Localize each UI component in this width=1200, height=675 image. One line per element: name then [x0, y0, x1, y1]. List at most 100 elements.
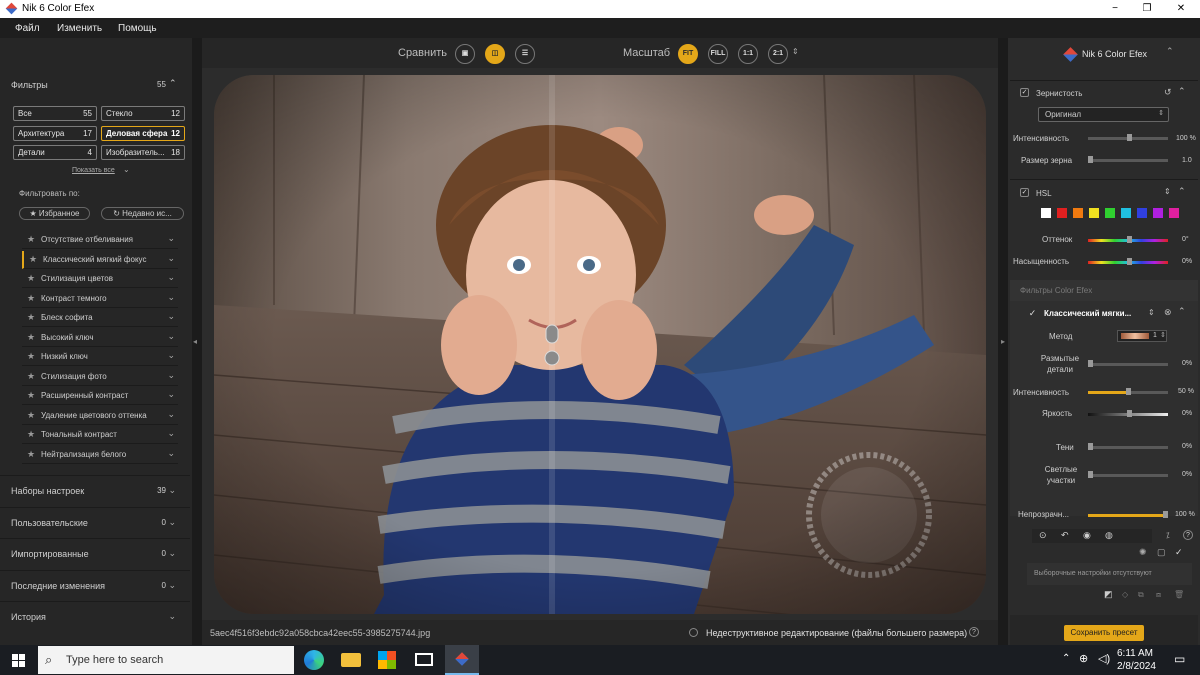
filter-item[interactable]: ★ Высокий ключ ⌄	[22, 329, 178, 347]
chevron-down-icon[interactable]: ⌄	[168, 485, 176, 496]
zoom-1-1-button[interactable]: 1:1	[738, 44, 758, 64]
filter-item[interactable]: ★ Блеск софита ⌄	[22, 309, 178, 327]
notifications-icon[interactable]: ▭	[1174, 652, 1185, 666]
filter-enabled-check[interactable]: ✓	[1028, 309, 1037, 318]
color-swatch[interactable]	[1073, 208, 1083, 218]
star-icon[interactable]: ★	[27, 449, 35, 460]
filter-item[interactable]: ★ Тональный контраст ⌄	[22, 426, 178, 444]
collapse-left-icon[interactable]: ◂	[193, 337, 197, 346]
category-architecture[interactable]: Архитектура 17	[13, 126, 97, 141]
edge-icon[interactable]	[304, 650, 324, 670]
star-icon[interactable]: ★	[27, 429, 35, 440]
zoom-2-1-button[interactable]: 2:1	[768, 44, 788, 64]
minimize-button[interactable]: −	[1100, 0, 1130, 18]
color-swatch[interactable]	[1169, 208, 1179, 218]
menu-file[interactable]: Файл	[15, 23, 40, 34]
clock-time[interactable]: 6:11 AM	[1117, 648, 1153, 659]
color-swatch[interactable]	[1041, 208, 1051, 218]
menu-help[interactable]: Помощь	[118, 23, 157, 34]
delete-icon[interactable]: 🗑	[1174, 590, 1184, 599]
chevron-down-icon[interactable]: ⌄	[167, 448, 175, 459]
chevron-down-icon[interactable]: ⌄	[168, 580, 176, 591]
grain-checkbox[interactable]: ✓	[1020, 88, 1029, 97]
category-details[interactable]: Детали 4	[13, 145, 97, 160]
help-icon[interactable]: ?	[969, 627, 979, 637]
collapse-right-icon[interactable]: ▸	[1001, 337, 1005, 346]
control-point-icon[interactable]: ⊙	[1039, 530, 1047, 541]
windows-start-icon[interactable]	[12, 654, 25, 667]
chevron-down-icon[interactable]: ⌄	[167, 389, 175, 400]
edit-preset-icon[interactable]: ◩	[1104, 589, 1113, 600]
filter-item[interactable]: ★ Стилизация фото ⌄	[22, 368, 178, 386]
volume-icon[interactable]: ◁)	[1098, 652, 1110, 665]
filter-stepper-icon[interactable]: ⇕	[1148, 308, 1155, 317]
hsl-checkbox[interactable]: ✓	[1020, 188, 1029, 197]
mask-icon[interactable]: ◉	[1083, 530, 1091, 541]
star-icon[interactable]: ★	[27, 273, 35, 284]
compare-side-icon[interactable]: ☰	[515, 44, 535, 64]
category-all[interactable]: Все 55	[13, 106, 97, 121]
saturation-slider[interactable]	[1088, 258, 1168, 265]
eyedropper-icon[interactable]: ⁒	[1166, 531, 1170, 540]
chevron-down-icon[interactable]: ⌄	[167, 292, 175, 303]
tray-chevron-icon[interactable]: ⌃	[1062, 653, 1070, 664]
chevron-down-icon[interactable]: ⌄	[167, 409, 175, 420]
filter-item[interactable]: ★ Нейтрализация белого ⌄	[22, 446, 178, 464]
collapse-hsl-icon[interactable]: ⌃	[1178, 186, 1186, 197]
clock-date[interactable]: 2/8/2024	[1117, 661, 1156, 672]
highlights-slider[interactable]	[1088, 471, 1168, 478]
compare-single-icon[interactable]: ▣	[455, 44, 475, 64]
import-icon[interactable]: ⧉	[1138, 590, 1144, 600]
zoom-fit-button[interactable]: FIT	[678, 44, 698, 64]
collapse-filter-icon[interactable]: ⌃	[1178, 306, 1186, 317]
group-item[interactable]: Последние изменения 0 ⌄	[0, 569, 190, 600]
star-icon[interactable]: ★	[29, 254, 37, 265]
color-swatch[interactable]	[1153, 208, 1163, 218]
category-fine-art[interactable]: Изобразитель... 18	[101, 145, 185, 160]
group-item[interactable]: Наборы настроек 39 ⌄	[0, 475, 190, 505]
star-icon[interactable]: ★	[27, 390, 35, 401]
brush-icon[interactable]: ↶	[1061, 530, 1069, 541]
star-icon[interactable]: ★	[27, 371, 35, 382]
group-item[interactable]: Импортированные 0 ⌄	[0, 538, 190, 568]
apply-check-icon[interactable]: ✓	[1175, 547, 1183, 558]
nik-taskbar-button[interactable]	[445, 645, 479, 675]
collapse-top-icon[interactable]: ⌃	[1166, 46, 1174, 57]
file-explorer-icon[interactable]	[341, 653, 361, 667]
store-icon[interactable]	[378, 651, 396, 669]
chevron-down-icon[interactable]: ⌄	[168, 611, 176, 622]
gradient-icon[interactable]: ◍	[1105, 530, 1113, 541]
hue-slider[interactable]	[1088, 236, 1168, 243]
filter-item[interactable]: ★ Стилизация цветов ⌄	[22, 270, 178, 288]
filter-intensity-slider[interactable]	[1088, 388, 1168, 395]
show-all-link[interactable]: Показать все	[72, 167, 115, 174]
color-swatch[interactable]	[1105, 208, 1115, 218]
preview-image[interactable]	[214, 75, 986, 614]
color-swatch[interactable]	[1121, 208, 1131, 218]
taskbar-search-box[interactable]: ⌕ Type here to search	[38, 646, 294, 674]
chevron-down-icon[interactable]: ⌄	[167, 253, 175, 264]
shadows-slider[interactable]	[1088, 443, 1168, 450]
favorites-button[interactable]: ★ Избранное	[19, 207, 90, 220]
nondestructive-checkbox[interactable]	[689, 628, 698, 637]
chevron-down-icon[interactable]: ⌄	[167, 311, 175, 322]
star-icon[interactable]: ★	[27, 332, 35, 343]
mail-icon[interactable]	[415, 653, 433, 666]
category-glass[interactable]: Стекло 12	[101, 106, 185, 121]
category-business[interactable]: Деловая сфера 12	[101, 126, 185, 141]
star-icon[interactable]: ★	[27, 293, 35, 304]
chevron-down-icon[interactable]: ⌄	[168, 517, 176, 528]
color-swatch[interactable]	[1057, 208, 1067, 218]
remove-filter-icon[interactable]: ⊗	[1164, 307, 1172, 318]
chevron-down-icon[interactable]: ⌄	[167, 370, 175, 381]
method-select[interactable]: 1 ⇕	[1117, 330, 1167, 342]
chevron-down-icon[interactable]: ⌄	[167, 350, 175, 361]
chevron-down-icon[interactable]: ⌄	[167, 331, 175, 342]
collapse-icon[interactable]: ⌃	[169, 78, 177, 89]
group-item[interactable]: Пользовательские 0 ⌄	[0, 506, 190, 537]
filter-item[interactable]: ★ Низкий ключ ⌄	[22, 348, 178, 366]
brightness-slider[interactable]	[1088, 410, 1168, 417]
export-icon[interactable]: ⧈	[1156, 590, 1161, 600]
menu-edit[interactable]: Изменить	[57, 23, 102, 34]
chevron-down-icon[interactable]: ⌄	[167, 233, 175, 244]
